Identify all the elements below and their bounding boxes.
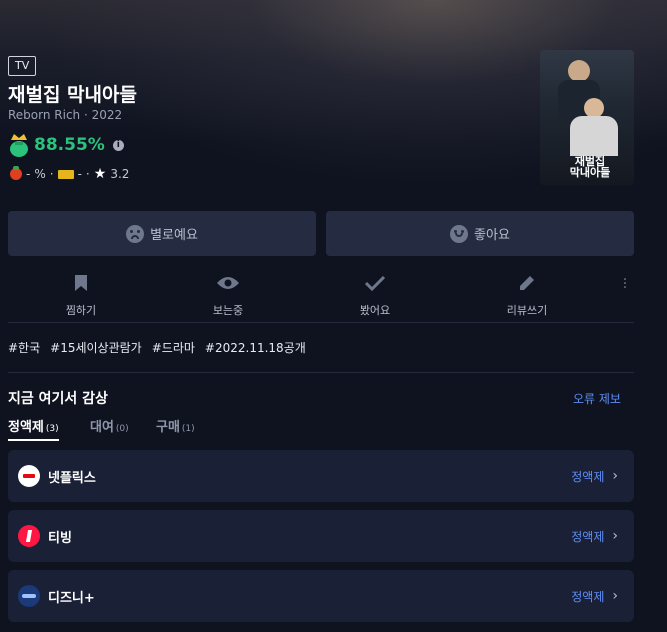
tomato-value: - (26, 167, 31, 181)
tving-logo-icon (18, 525, 40, 547)
page-title: 재벌집 막내아들 (8, 84, 137, 106)
tomato-unit: % (34, 167, 46, 181)
write-review-button[interactable]: 리뷰쓰기 (467, 268, 587, 318)
tab-count: (1) (181, 424, 195, 434)
netflix-logo-icon (18, 465, 40, 487)
star-icon: ★ (93, 166, 107, 182)
tab-purchase[interactable]: 구매 (1) (156, 416, 195, 435)
ratings-row: - % · - · ★ 3.2 (10, 166, 130, 182)
sad-face-icon (126, 224, 145, 243)
tab-count: (3) (45, 424, 59, 434)
action-row: 찜하기 보는중 봤어요 리뷰쓰기 · · · (0, 268, 667, 320)
detail-page: TV 재벌집 막내아들 Reborn Rich · 2022 88.55% i … (0, 0, 667, 632)
section-title: 지금 여기서 감상 (8, 391, 108, 407)
poster-figure (584, 98, 604, 118)
tag[interactable]: #한국 (8, 339, 40, 356)
wishlist-button[interactable]: 찜하기 (21, 268, 141, 318)
pencil-icon (467, 272, 587, 294)
tab-label: 정액제 (8, 420, 44, 435)
like-button[interactable]: 좋아요 (326, 211, 634, 256)
disney-logo-icon (18, 585, 40, 607)
info-icon[interactable]: i (112, 139, 124, 151)
tomato-icon (10, 166, 22, 180)
happy-face-icon (450, 224, 469, 243)
action-label: 리뷰쓰기 (506, 304, 548, 317)
tab-rental[interactable]: 대여 (0) (90, 416, 129, 435)
separator: · (85, 167, 90, 181)
poster-figure (568, 60, 590, 82)
like-label: 좋아요 (474, 228, 510, 243)
service-name: 티빙 (48, 530, 72, 546)
check-icon (315, 272, 435, 294)
tab-subscription[interactable]: 정액제 (3) (8, 416, 59, 441)
imdb-value: - (77, 167, 82, 181)
service-name: 디즈니+ (48, 590, 95, 606)
action-label: 찜하기 (65, 304, 97, 317)
chevron-right-icon: › (612, 528, 618, 544)
divider (8, 322, 634, 323)
score-row: 88.55% i (8, 132, 124, 158)
tag[interactable]: #15세이상관람가 (50, 339, 142, 356)
dislike-label: 별로예요 (150, 228, 198, 243)
poster-figure (570, 116, 618, 156)
poster-title: 재벌집 막내아들 (569, 155, 611, 179)
action-label: 보는중 (212, 304, 244, 317)
tag[interactable]: #드라마 (152, 339, 195, 356)
tab-label: 대여 (90, 420, 114, 435)
star-value: 3.2 (110, 167, 130, 181)
dislike-button[interactable]: 별로예요 (8, 211, 316, 256)
eye-icon (168, 272, 288, 294)
action-label: 봤어요 (359, 304, 391, 317)
chevron-right-icon: › (612, 588, 618, 604)
service-item-disney[interactable]: 디즈니+ 정액제 › (8, 570, 634, 622)
service-item-netflix[interactable]: 넷플릭스 정액제 › (8, 450, 634, 502)
subtitle: Reborn Rich · 2022 (8, 108, 123, 122)
type-badge: TV (8, 56, 37, 76)
watched-button[interactable]: 봤어요 (315, 268, 435, 318)
service-plan: 정액제 (571, 589, 605, 604)
tag[interactable]: #2022.11.18공개 (205, 339, 306, 356)
divider (8, 372, 634, 373)
report-error-link[interactable]: 오류 제보 (573, 390, 621, 407)
more-vertical-icon[interactable]: · · · (620, 273, 630, 295)
service-plan: 정액제 (571, 529, 605, 544)
chevron-right-icon: › (612, 468, 618, 484)
tag-list: #한국 #15세이상관람가 #드라마 #2022.11.18공개 (8, 339, 306, 356)
imdb-icon (57, 169, 74, 179)
service-item-tving[interactable]: 티빙 정액제 › (8, 510, 634, 562)
separator: · (49, 167, 54, 181)
crown-score-icon (8, 132, 30, 158)
poster-image[interactable]: 재벌집 막내아들 (540, 50, 634, 185)
service-name: 넷플릭스 (48, 470, 96, 486)
bookmark-icon (21, 272, 141, 294)
score-value: 88.55% (34, 135, 105, 155)
watching-button[interactable]: 보는중 (168, 268, 288, 318)
tab-count: (0) (115, 424, 129, 434)
service-plan: 정액제 (571, 469, 605, 484)
tab-label: 구매 (156, 420, 180, 435)
